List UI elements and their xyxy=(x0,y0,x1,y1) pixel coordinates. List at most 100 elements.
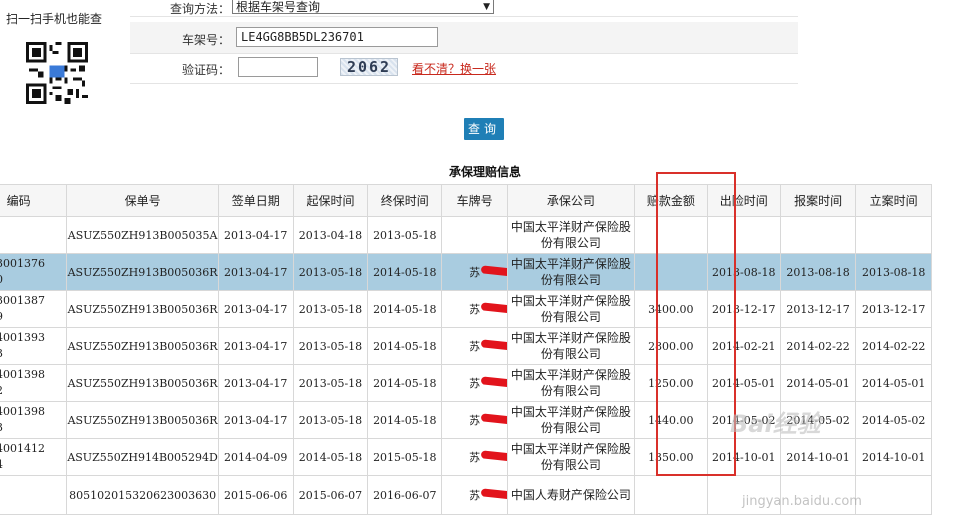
table-row[interactable]: ASUZ550ZH913B005035A 2013-04-17 2013-04-18… xyxy=(0,216,932,254)
cell-sign: 2013-04-17 xyxy=(217,327,294,365)
query-button[interactable]: 查询 xyxy=(464,118,504,140)
cell-company: 中国太平洋财产保险股份有限公司 xyxy=(506,290,635,328)
cell-policy: 805102015320623003630 xyxy=(66,475,219,515)
table-row[interactable]: 0014001412 3314ASUZ550ZH914B005294D 2014-… xyxy=(0,438,932,476)
plate-value: 苏 xyxy=(469,301,507,317)
redaction-mark xyxy=(480,488,507,502)
cell-amount: 1250.00 xyxy=(633,364,708,402)
cell-plate: 苏 xyxy=(441,327,508,365)
qr-panel: 扫一扫手机也能查 xyxy=(0,0,130,112)
cell-end: 2014-05-18 xyxy=(367,401,443,439)
table-row[interactable]: 0014001393 2383ASUZ550ZH913B005036R2013-… xyxy=(0,327,932,365)
column-header: 签单日期 xyxy=(217,184,294,217)
redaction-mark xyxy=(480,450,507,464)
cell-company: 中国太平洋财产保险股份有限公司 xyxy=(506,253,635,291)
cell-report: 2014-02-22 xyxy=(779,327,857,365)
cell-amount: 1440.00 xyxy=(633,401,708,439)
plate-value: 苏 xyxy=(469,375,507,391)
cell-code: 0014001398 9522 xyxy=(0,364,68,402)
plate-text: 苏 xyxy=(469,303,481,316)
cell-policy: ASUZ550ZH913B005036R xyxy=(66,364,219,402)
cell-code xyxy=(0,475,68,515)
method-row: 查询方法： 根据车架号查询 ▼ xyxy=(130,0,798,17)
method-label: 查询方法： xyxy=(169,2,230,16)
cell-end: 2013-05-18 xyxy=(367,216,443,254)
cell-code: 0014001412 3314 xyxy=(0,438,68,476)
cell-sign: 2013-04-17 xyxy=(217,253,294,291)
cell-sign: 2013-04-17 xyxy=(217,364,294,402)
cell-end: 2014-05-18 xyxy=(367,290,443,328)
claims-table: 编码 保单号 签单日期 起保时间 终保时间 车牌号 承保公司 赔款金额 出险时间 报案时间 立案时间… xyxy=(0,184,932,515)
dropdown-arrow-icon: ▼ xyxy=(483,2,490,12)
cell-end: 2014-05-18 xyxy=(367,253,443,291)
section-title: 承保理赔信息 xyxy=(448,165,521,179)
redaction-mark xyxy=(480,376,507,390)
column-header: 报案时间 xyxy=(779,184,857,217)
plate-text: 苏 xyxy=(469,489,481,502)
redaction-mark xyxy=(480,265,507,279)
cell-filed: 2014-02-22 xyxy=(855,327,932,365)
cell-amount xyxy=(633,253,708,291)
cell-start: 2014-05-18 xyxy=(292,438,369,476)
cell-plate xyxy=(441,216,508,254)
table-header-row: 编码 保单号 签单日期 起保时间 终保时间 车牌号 承保公司 赔款金额 出险时间 报案时间 立案时间 xyxy=(0,184,932,217)
cell-company: 中国太平洋财产保险股份有限公司 xyxy=(506,364,635,402)
cell-report: 2014-05-01 xyxy=(779,364,857,402)
table-row[interactable]: 0013001387 6829ASUZ550ZH913B005036R 2013-… xyxy=(0,290,932,328)
cell-start: 2013-05-18 xyxy=(292,364,369,402)
cell-incident: 2014-02-21 xyxy=(706,327,781,365)
cell-company: 中国太平洋财产保险股份有限公司 xyxy=(506,401,635,439)
cell-filed: 2014-05-02 xyxy=(855,401,932,439)
cell-incident: 2014-10-01 xyxy=(706,438,781,476)
column-header: 出险时间 xyxy=(706,184,781,217)
cell-report xyxy=(779,216,857,254)
query-form: 查询方法： 根据车架号查询 ▼ 车架号： LE4GG8BB5DL236701 验… xyxy=(130,0,798,84)
captcha-row: 验证码： 2062 看不清？换一张 xyxy=(130,54,798,84)
cell-amount xyxy=(633,216,708,254)
cell-code: 0014001398 4863 xyxy=(0,401,68,439)
cell-start: 2013-05-18 xyxy=(292,401,369,439)
cell-code: 0013001376 5320 xyxy=(0,253,68,291)
cell-end: 2014-05-18 xyxy=(367,364,443,402)
cell-policy: ASUZ550ZH914B005294D xyxy=(66,438,219,476)
cell-company: 中国人寿财产保险公司 xyxy=(506,475,635,515)
captcha-refresh-link[interactable]: 看不清？换一张 xyxy=(412,60,496,77)
cell-company: 中国太平洋财产保险股份有限公司 xyxy=(506,438,635,476)
cell-filed: 2013-12-17 xyxy=(855,290,932,328)
cell-end: 2015-05-18 xyxy=(367,438,443,476)
vin-input[interactable]: LE4GG8BB5DL236701 xyxy=(236,27,438,47)
table-row[interactable]: 0014001398 9522ASUZ550ZH913B005036R2013-… xyxy=(0,364,932,402)
cell-report: 2013-12-17 xyxy=(779,290,857,328)
cell-incident: 2013-08-18 xyxy=(706,253,781,291)
qr-caption: 扫一扫手机也能查 xyxy=(6,12,103,26)
captcha-input[interactable] xyxy=(238,57,318,77)
column-header: 承保公司 xyxy=(506,184,635,217)
cell-filed: 2014-05-01 xyxy=(855,364,932,402)
watermark: Bai经验 xyxy=(730,410,821,438)
table-row[interactable]: 0013001376 5320ASUZ550ZH913B005036R2013-… xyxy=(0,253,932,291)
method-select[interactable]: 根据车架号查询 ▼ xyxy=(232,0,494,14)
cell-company: 中国太平洋财产保险股份有限公司 xyxy=(506,327,635,365)
cell-start: 2013-05-18 xyxy=(292,290,369,328)
plate-text: 苏 xyxy=(469,414,481,427)
plate-value: 苏 xyxy=(469,338,507,354)
qr-code-image xyxy=(26,42,88,104)
plate-value: 苏 xyxy=(469,449,507,465)
vin-label: 车架号： xyxy=(181,33,230,47)
cell-code: 0013001387 6829 xyxy=(0,290,68,328)
cell-policy: ASUZ550ZH913B005036R xyxy=(66,327,219,365)
column-header: 赔款金额 xyxy=(633,184,708,217)
cell-amount xyxy=(633,475,708,515)
cell-plate: 苏 xyxy=(441,290,508,328)
cell-start: 2013-05-18 xyxy=(292,253,369,291)
column-header: 保单号 xyxy=(66,184,219,217)
cell-policy: ASUZ550ZH913B005036R xyxy=(66,290,219,328)
column-header: 车牌号 xyxy=(441,184,508,217)
captcha-label: 验证码： xyxy=(181,63,230,77)
watermark-url: jingyan.baidu.com xyxy=(742,494,862,509)
cell-code xyxy=(0,216,68,254)
plate-value: 苏 xyxy=(469,264,507,280)
cell-policy: ASUZ550ZH913B005036R xyxy=(66,253,219,291)
method-select-value: 根据车架号查询 xyxy=(236,0,321,14)
cell-sign: 2013-04-17 xyxy=(217,401,294,439)
